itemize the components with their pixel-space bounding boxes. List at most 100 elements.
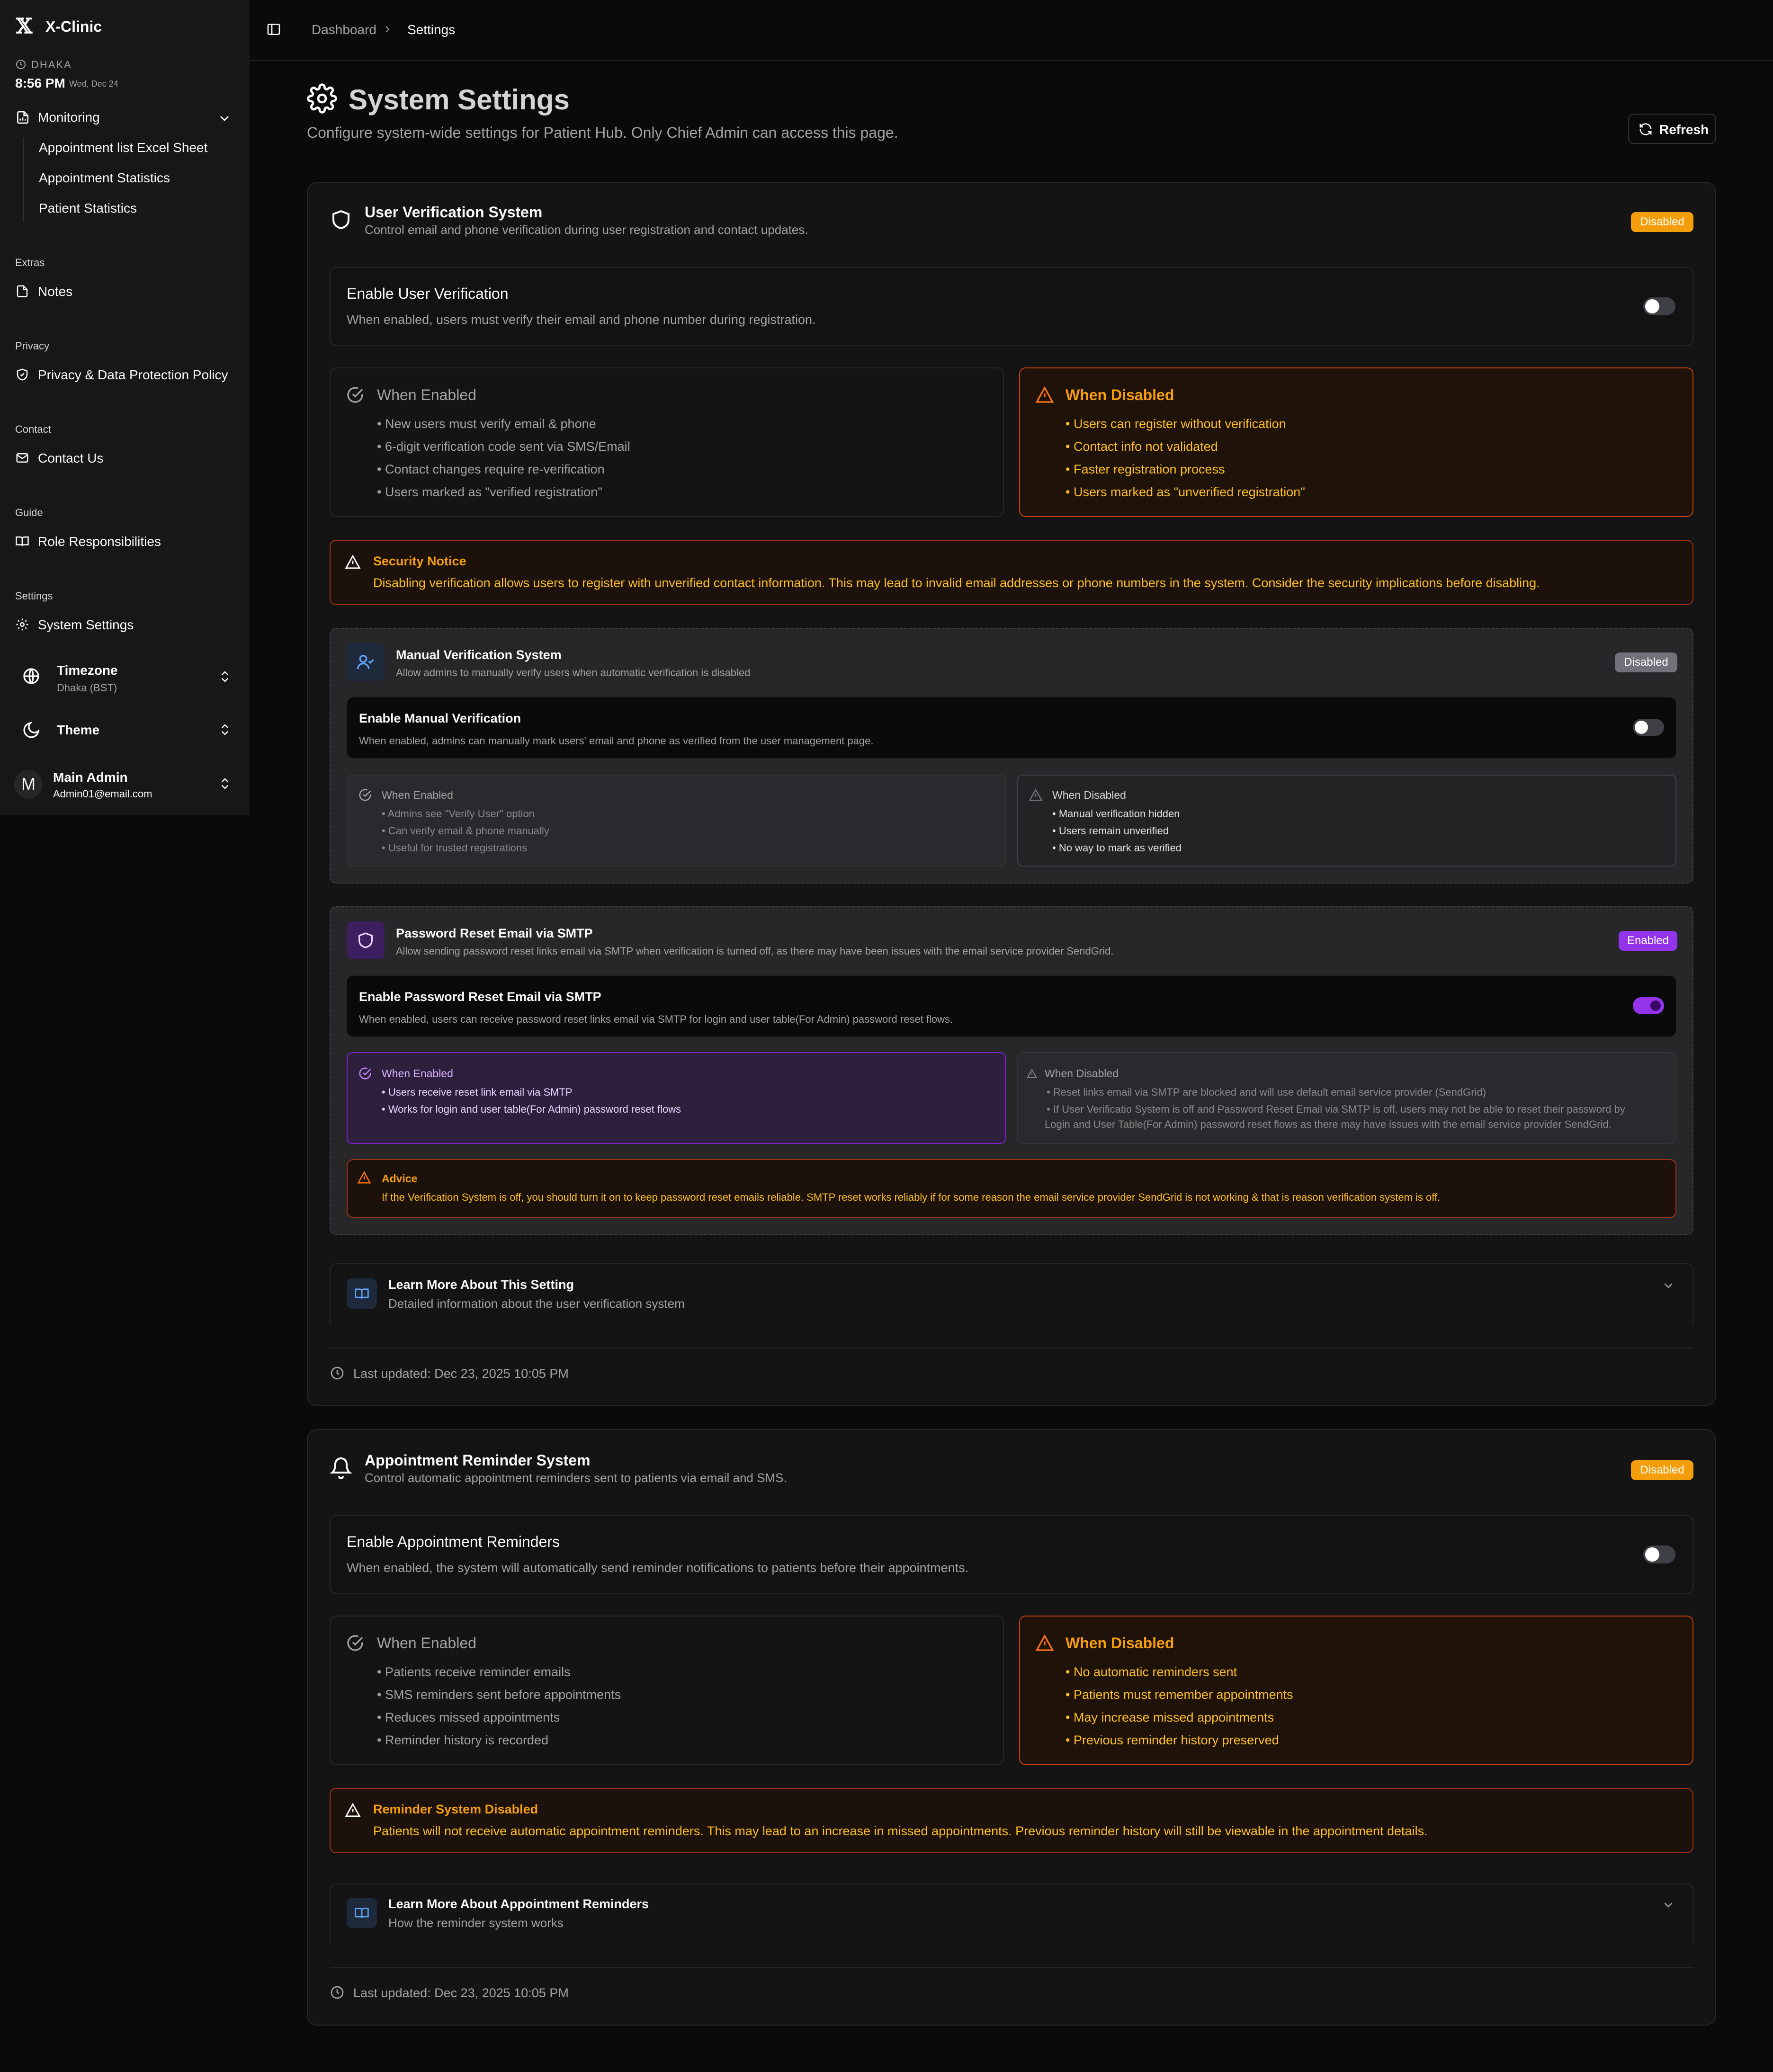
reminder-toggle-title: Enable Appointment Reminders [347,1533,560,1550]
learn-more-title: Learn More About This Setting [388,1277,574,1292]
refresh-button[interactable]: Refresh [1628,114,1716,144]
clock-time: 8:56 PM [15,76,65,90]
group-title-contact: Contact [15,423,51,435]
group-title-privacy: Privacy [15,340,50,352]
list-item: • Admins see "Verify User" option [382,808,535,820]
moon-icon [23,722,40,738]
status-badge: Disabled [1631,1460,1693,1480]
toggle-knob [1635,721,1648,734]
reminder-disabled-title: When Disabled [1066,1634,1174,1652]
manual-verification-icon-box [347,643,385,681]
learn-more-verification[interactable] [330,1263,1693,1325]
sidebar-toggle-icon[interactable] [266,22,281,37]
warning-icon [1027,1068,1037,1078]
reminder-notice-text: Patients will not receive automatic appo… [373,1824,1428,1838]
app-name[interactable]: X-Clinic [45,18,102,36]
learn-more-reminders[interactable] [330,1884,1693,1942]
shield-icon [332,210,349,230]
reminder-notice [330,1788,1693,1853]
refresh-icon [1639,123,1652,135]
timezone-value: Dhaka (BST) [57,682,117,694]
manual-toggle-switch[interactable] [1633,719,1664,736]
group-title-extras: Extras [15,257,45,268]
book-icon-box [347,1278,377,1309]
manual-toggle-desc: When enabled, admins can manually mark u… [359,735,874,747]
list-item: • Users remain unverified [1052,825,1169,837]
status-badge: Disabled [1631,212,1693,232]
book-open-icon [16,536,29,546]
shield-icon [358,932,373,948]
clock-icon [331,1366,344,1380]
chevron-down-icon[interactable] [217,111,232,126]
sidebar-item-system-settings[interactable]: System Settings [38,617,134,633]
timezone-label: Timezone [57,663,118,678]
warning-icon [345,1803,361,1817]
refresh-label: Refresh [1659,122,1709,137]
sidebar-item-contact[interactable]: Contact Us [38,451,104,466]
submenu-guide-line [23,137,24,223]
clock-icon [331,1986,344,1999]
list-item: • Previous reminder history preserved [1066,1733,1279,1747]
verification-toggle-switch[interactable] [1643,297,1675,315]
timezone-selector[interactable]: Timezone Dhaka (BST) [11,659,239,700]
globe-icon [23,668,39,684]
breadcrumb-dashboard[interactable]: Dashboard [312,22,376,37]
clock-icon [16,60,26,69]
verification-subtitle: Control email and phone verification dur… [365,223,808,237]
reminder-toggle-row [330,1515,1693,1594]
list-item: • Contact changes require re-verificatio… [377,462,605,476]
reminder-toggle-switch[interactable] [1643,1545,1675,1563]
avatar: M [14,770,43,798]
chevrons-up-down-icon [221,778,229,789]
theme-selector[interactable]: Theme [11,715,239,748]
theme-label: Theme [57,723,100,737]
list-item: • Users marked as "verified registration… [377,485,602,499]
list-item: • Works for login and user table(For Adm… [382,1103,681,1115]
user-check-icon [357,655,374,670]
learn-more-subtitle: Detailed information about the user veri… [388,1296,685,1311]
list-item: • Contact info not validated [1066,439,1218,454]
learn-more-title: Learn More About Appointment Reminders [388,1897,649,1911]
chevron-down-icon[interactable] [1661,1278,1675,1293]
verification-title: User Verification System [365,204,543,221]
list-item: • Users receive reset link email via SMT… [382,1086,573,1098]
user-name: Main Admin [53,770,128,785]
list-item: • Patients receive reminder emails [377,1665,571,1679]
warning-icon [1029,788,1043,801]
sidebar: 𝕏 X-Clinic DHAKA 8:56 PM Wed, Dec 24 Mon… [0,0,250,815]
chevron-down-icon[interactable] [1661,1898,1675,1912]
reminder-subtitle: Control automatic appointment reminders … [365,1471,787,1485]
sidebar-item-role-responsibilities[interactable]: Role Responsibilities [38,534,161,549]
user-menu[interactable]: M Main Admin Admin01@email.com [11,764,239,807]
sidebar-item-appointment-excel[interactable]: Appointment list Excel Sheet [39,140,207,155]
list-item: • SMS reminders sent before appointments [377,1688,621,1702]
warning-icon [1035,386,1054,403]
list-item: • Manual verification hidden [1052,808,1180,820]
page-title: System Settings [349,84,570,116]
chevrons-up-down-icon [221,724,229,735]
list-item: Login and User Table(For Admin) password… [1045,1118,1612,1130]
list-item: • Useful for trusted registrations [382,842,528,854]
verification-toggle-title: Enable User Verification [347,285,509,302]
user-email: Admin01@email.com [53,788,152,800]
app-logo[interactable]: 𝕏 [16,14,32,38]
group-title-settings: Settings [15,590,53,602]
sidebar-item-appointment-statistics[interactable]: Appointment Statistics [39,170,170,186]
check-circle-icon [347,1635,363,1651]
smtp-title: Password Reset Email via SMTP [396,926,593,940]
sidebar-item-privacy[interactable]: Privacy & Data Protection Policy [38,367,228,383]
smtp-advice-title: Advice [382,1172,418,1185]
page-subtitle: Configure system-wide settings for Patie… [307,124,898,141]
manual-enabled-title: When Enabled [382,789,453,801]
smtp-advice-text: If the Verification System is off, you s… [382,1191,1441,1203]
sidebar-item-monitoring[interactable]: Monitoring [38,110,100,125]
bell-icon [330,1457,352,1479]
sidebar-item-notes[interactable]: Notes [38,284,72,299]
smtp-icon-box [347,921,385,959]
list-item: • 6-digit verification code sent via SMS… [377,439,630,454]
divider [330,1348,1693,1349]
smtp-toggle-switch[interactable] [1633,997,1664,1014]
sidebar-item-patient-statistics[interactable]: Patient Statistics [39,201,137,216]
manual-toggle-title: Enable Manual Verification [359,711,521,725]
list-item: • New users must verify email & phone [377,417,596,431]
